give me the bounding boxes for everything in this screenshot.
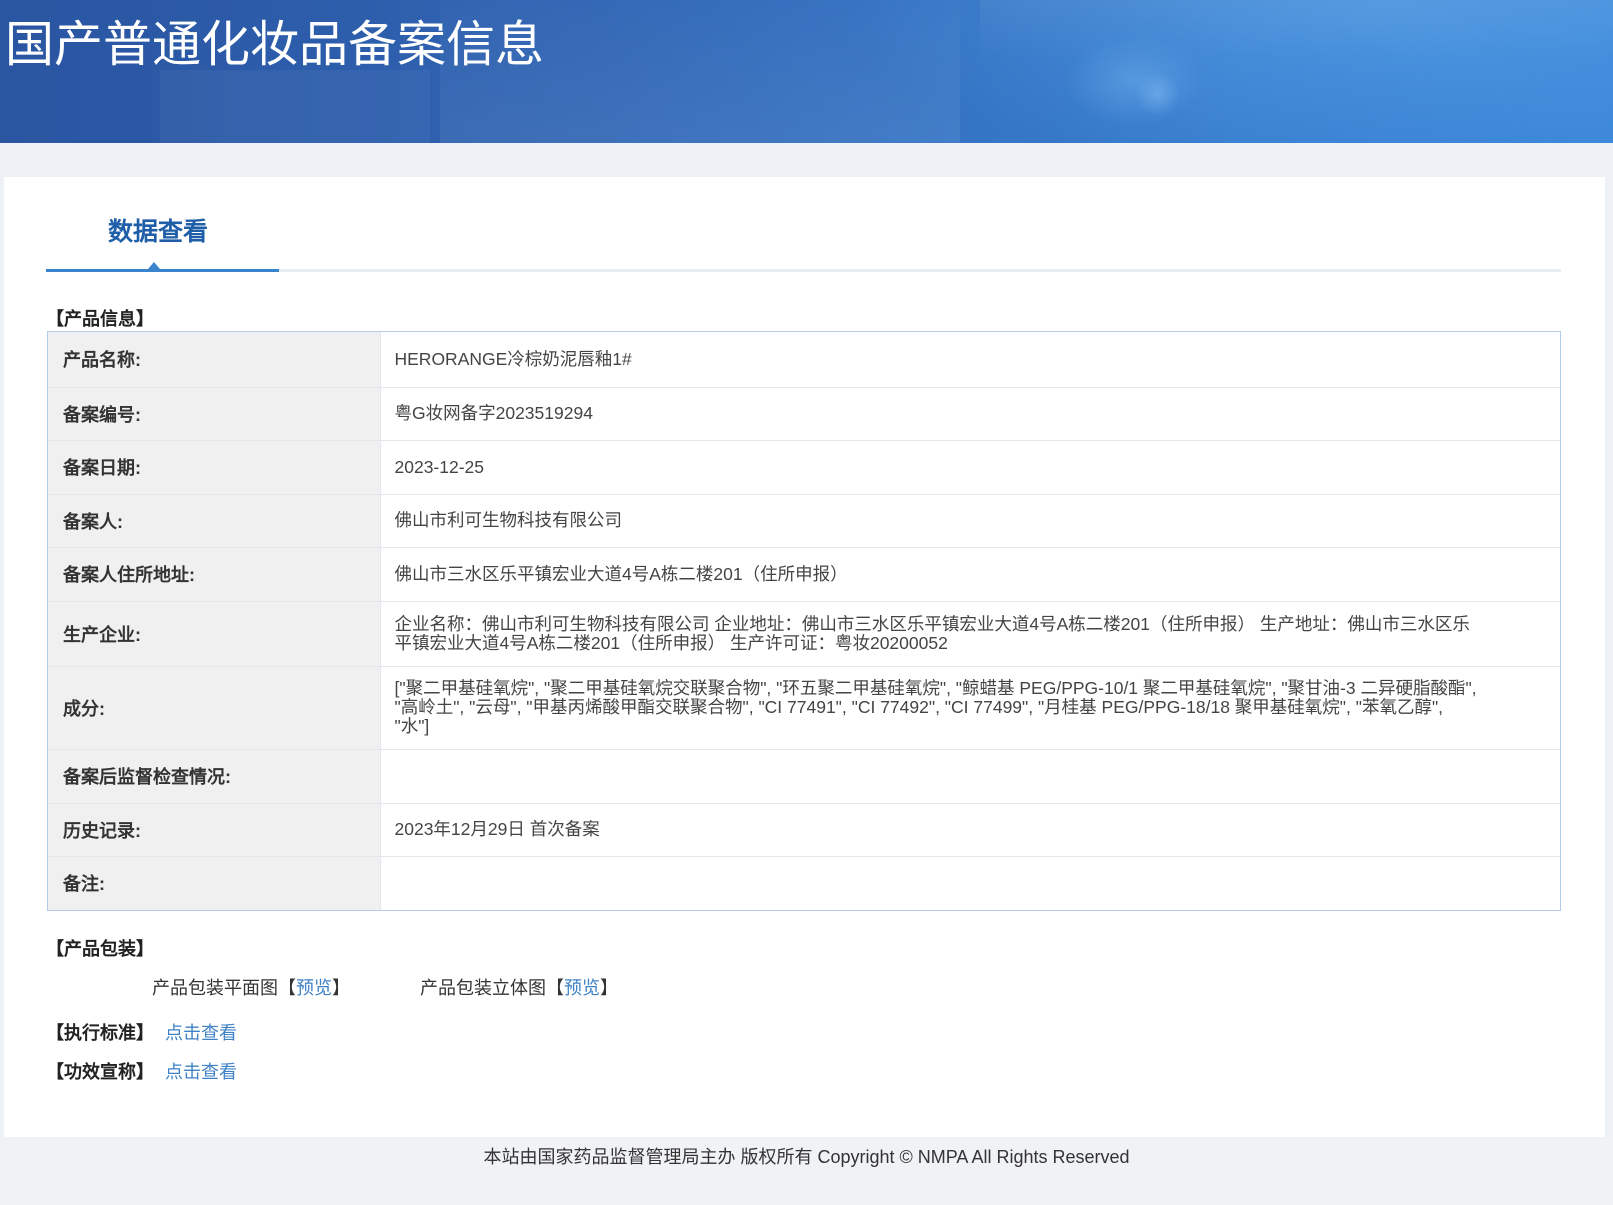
section-title-product-info: 【产品信息】 [46,309,154,329]
efficacy-claim-label: 【功效宣称】 [46,1062,154,1082]
field-value: HERORANGE冷棕奶泥唇釉1# [394,348,632,369]
packaging-flat-item: 产品包装平面图【预览】 [152,977,350,999]
row-filing-date: 备案日期: 2023-12-25 [48,440,1560,494]
header-decoration [980,0,1613,60]
field-label: 生产企业: [48,601,381,666]
field-value-cell: 佛山市三水区乐平镇宏业大道4号A栋二楼201（住所申报） [381,548,1560,601]
content-panel: 数据查看 【产品信息】 产品名称: HERORANGE冷棕奶泥唇釉1# 备案编号… [4,177,1605,1137]
packaging-3d-item: 产品包装立体图【预览】 [420,977,618,999]
field-value: 粤G妆网备字2023519294 [394,403,593,424]
field-value-cell: HERORANGE冷棕奶泥唇釉1# [381,332,1560,387]
field-value: 企业名称：佛山市利可生物科技有限公司 企业地址：佛山市三水区乐平镇宏业大道4号A… [394,613,1470,653]
field-value-cell: 企业名称：佛山市利可生物科技有限公司 企业地址：佛山市三水区乐平镇宏业大道4号A… [381,602,1560,666]
packaging-flat-label: 产品包装平面图 [152,977,278,998]
row-history: 历史记录: 2023年12月29日 首次备案 [48,802,1560,857]
field-value-cell: 粤G妆网备字2023519294 [381,388,1560,441]
bracket-close: 】 [600,977,618,998]
row-ingredients: 成分: ["聚二甲基硅氧烷", "聚二甲基硅氧烷交联聚合物", "环五聚二甲基硅… [48,665,1560,750]
row-filer: 备案人: 佛山市利可生物科技有限公司 [48,493,1560,548]
field-value: 佛山市三水区乐平镇宏业大道4号A栋二楼201（住所申报） [394,563,848,584]
site-footer: 本站由国家药品监督管理局主办 版权所有 Copyright © NMPA All… [0,1137,1613,1205]
field-value-cell: 2023年12月29日 首次备案 [381,804,1560,857]
packaging-3d-label: 产品包装立体图 [420,977,546,998]
efficacy-claim-view-link[interactable]: 点击查看 [165,1061,237,1083]
tab-data-view[interactable]: 数据查看 [108,217,208,247]
bracket-open: 【 [278,977,296,998]
row-product-name: 产品名称: HERORANGE冷棕奶泥唇釉1# [48,332,1560,387]
field-label: 备案日期: [48,441,381,494]
field-label: 备案编号: [48,387,381,440]
field-value: ["聚二甲基硅氧烷", "聚二甲基硅氧烷交联聚合物", "环五聚二甲基硅氧烷",… [394,678,1477,737]
field-value: 佛山市利可生物科技有限公司 [394,510,623,531]
footer-copyright: 本站由国家药品监督管理局主办 版权所有 Copyright © NMPA All… [483,1147,1130,1167]
field-label: 产品名称: [48,332,381,387]
field-label: 成分: [48,666,381,749]
standards-line: 【执行标准】 点击查看 [46,1022,346,1044]
field-label: 备注: [48,857,381,910]
field-value-cell [381,750,1560,803]
standards-label: 【执行标准】 [46,1023,154,1043]
header-decoration [160,70,430,143]
row-filing-number: 备案编号: 粤G妆网备字2023519294 [48,386,1560,441]
row-filer-address: 备案人住所地址: 佛山市三水区乐平镇宏业大道4号A栋二楼201（住所申报） [48,547,1560,601]
efficacy-claim-line: 【功效宣称】 点击查看 [46,1061,346,1083]
field-label: 备案人住所地址: [48,548,381,601]
field-value-cell: 佛山市利可生物科技有限公司 [381,495,1560,548]
row-post-filing-inspection: 备案后监督检查情况: [48,749,1560,803]
field-value-cell: 2023-12-25 [381,441,1560,494]
field-value-cell: ["聚二甲基硅氧烷", "聚二甲基硅氧烷交联聚合物", "环五聚二甲基硅氧烷",… [381,667,1560,750]
product-info-table: 产品名称: HERORANGE冷棕奶泥唇釉1# 备案编号: 粤G妆网备字2023… [47,331,1561,911]
field-label: 备案后监督检查情况: [48,750,381,803]
section-title-packaging: 【产品包装】 [46,938,154,959]
tab-active-caret-icon [148,262,160,269]
field-label: 备案人: [48,494,381,547]
bracket-open: 【 [546,977,564,998]
field-label: 历史记录: [48,803,381,856]
tab-active-indicator [46,269,279,272]
site-title: 国产普通化妆品备案信息 [5,18,545,72]
row-manufacturer: 生产企业: 企业名称：佛山市利可生物科技有限公司 企业地址：佛山市三水区乐平镇宏… [48,600,1560,666]
bracket-close: 】 [332,977,350,998]
packaging-flat-preview-link[interactable]: 预览 [296,978,332,998]
page: 国产普通化妆品备案信息 数据查看 【产品信息】 产品名称: HERORANGE冷… [0,0,1613,1205]
packaging-3d-preview-link[interactable]: 预览 [564,978,600,998]
row-remarks: 备注: [48,856,1560,910]
standards-view-link[interactable]: 点击查看 [165,1022,237,1044]
site-header: 国产普通化妆品备案信息 [0,0,1613,143]
field-value: 2023年12月29日 首次备案 [394,819,600,840]
field-value: 2023-12-25 [394,456,485,477]
field-value-cell [381,857,1560,910]
